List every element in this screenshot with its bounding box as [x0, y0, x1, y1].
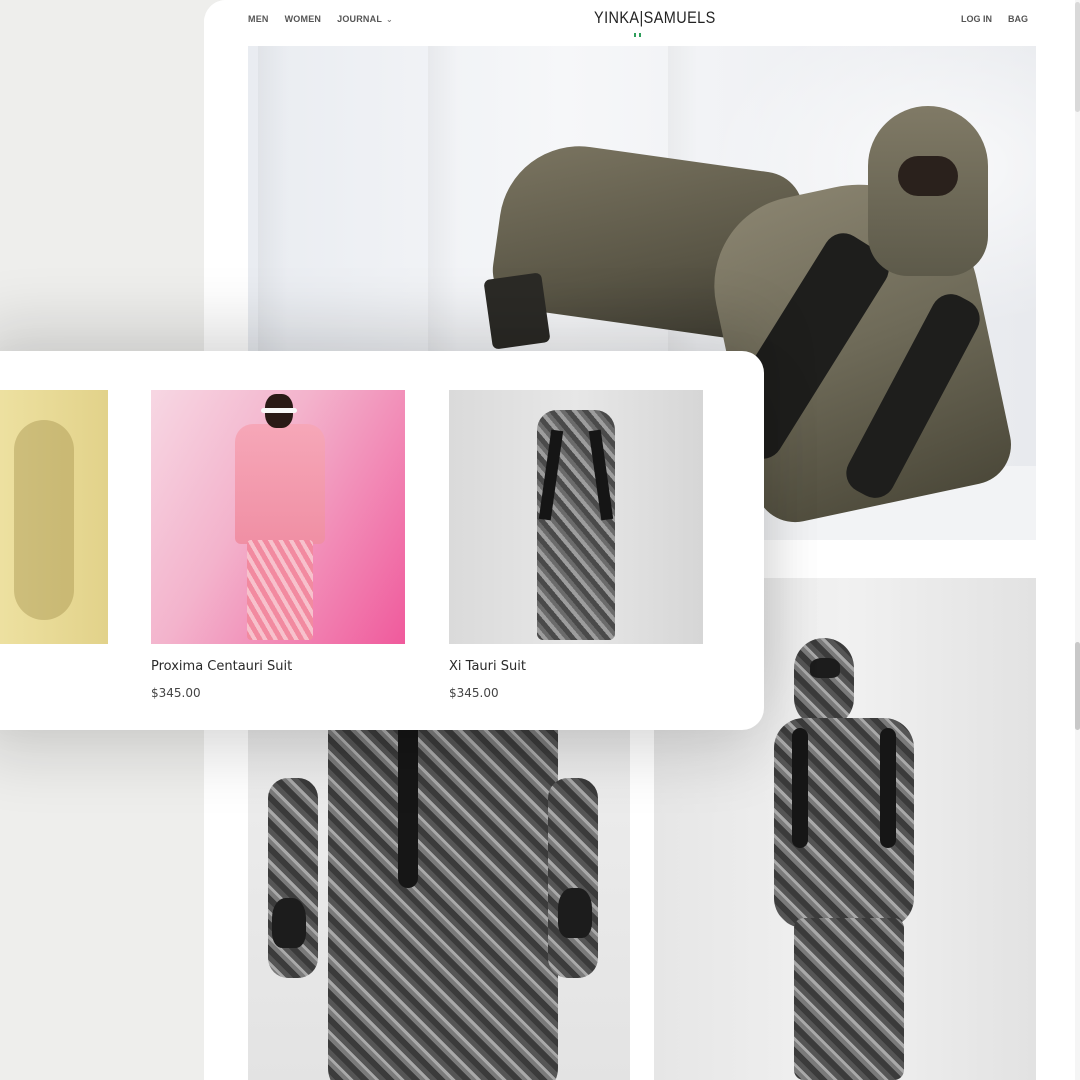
model-cuff [483, 272, 551, 350]
product-carousel-card: Proxima Centauri Suit $345.00 Xi Tauri S… [0, 351, 764, 730]
model-lapel [880, 728, 896, 848]
account-nav: LOG IN BAG [961, 14, 1028, 24]
model-hand [558, 888, 592, 938]
product-item[interactable] [0, 390, 108, 659]
model-sunglasses [261, 408, 297, 413]
product-item[interactable]: Proxima Centauri Suit $345.00 [151, 390, 405, 700]
nav-journal[interactable]: JOURNAL ⌄ [337, 14, 393, 24]
product-image[interactable] [0, 390, 108, 644]
product-image[interactable] [151, 390, 405, 644]
model-arm [548, 778, 598, 978]
model-arm [268, 778, 318, 978]
login-link[interactable]: LOG IN [961, 14, 992, 24]
page-scrollbar[interactable] [1075, 0, 1080, 1080]
brand-accent-mark [634, 33, 642, 37]
product-price: $345.00 [449, 686, 499, 700]
nav-men[interactable]: MEN [248, 14, 269, 24]
model-face [810, 658, 840, 678]
nav-women-label: WOMEN [284, 14, 322, 24]
model-suit [328, 678, 558, 1080]
model-trousers [794, 918, 904, 1080]
nav-journal-label: JOURNAL [337, 14, 383, 24]
model-lapel [792, 728, 808, 848]
model-jacket [235, 424, 325, 544]
model-hand [272, 898, 306, 948]
product-name[interactable]: Xi Tauri Suit [449, 659, 703, 674]
bag-link[interactable]: BAG [1008, 14, 1028, 24]
product-item[interactable]: Xi Tauri Suit $345.00 [449, 390, 703, 700]
product-image[interactable] [449, 390, 703, 644]
nav-men-label: MEN [248, 14, 269, 24]
product-price: $345.00 [151, 686, 201, 700]
model-face [898, 156, 958, 196]
scrollbar-thumb[interactable] [1075, 2, 1080, 112]
site-header: MEN WOMEN JOURNAL ⌄ YINKA|SAMUELS LOG IN… [204, 0, 1080, 44]
model-trousers [247, 540, 313, 640]
product-name[interactable]: Proxima Centauri Suit [151, 659, 405, 674]
model-hood [794, 638, 854, 728]
chevron-down-icon: ⌄ [386, 14, 393, 24]
scrollbar-thumb[interactable] [1075, 642, 1080, 730]
main-nav: MEN WOMEN JOURNAL ⌄ [248, 14, 393, 24]
brand-logo[interactable]: YINKA|SAMUELS [594, 8, 716, 28]
model-shadow [14, 420, 74, 620]
nav-women[interactable]: WOMEN [285, 14, 322, 24]
